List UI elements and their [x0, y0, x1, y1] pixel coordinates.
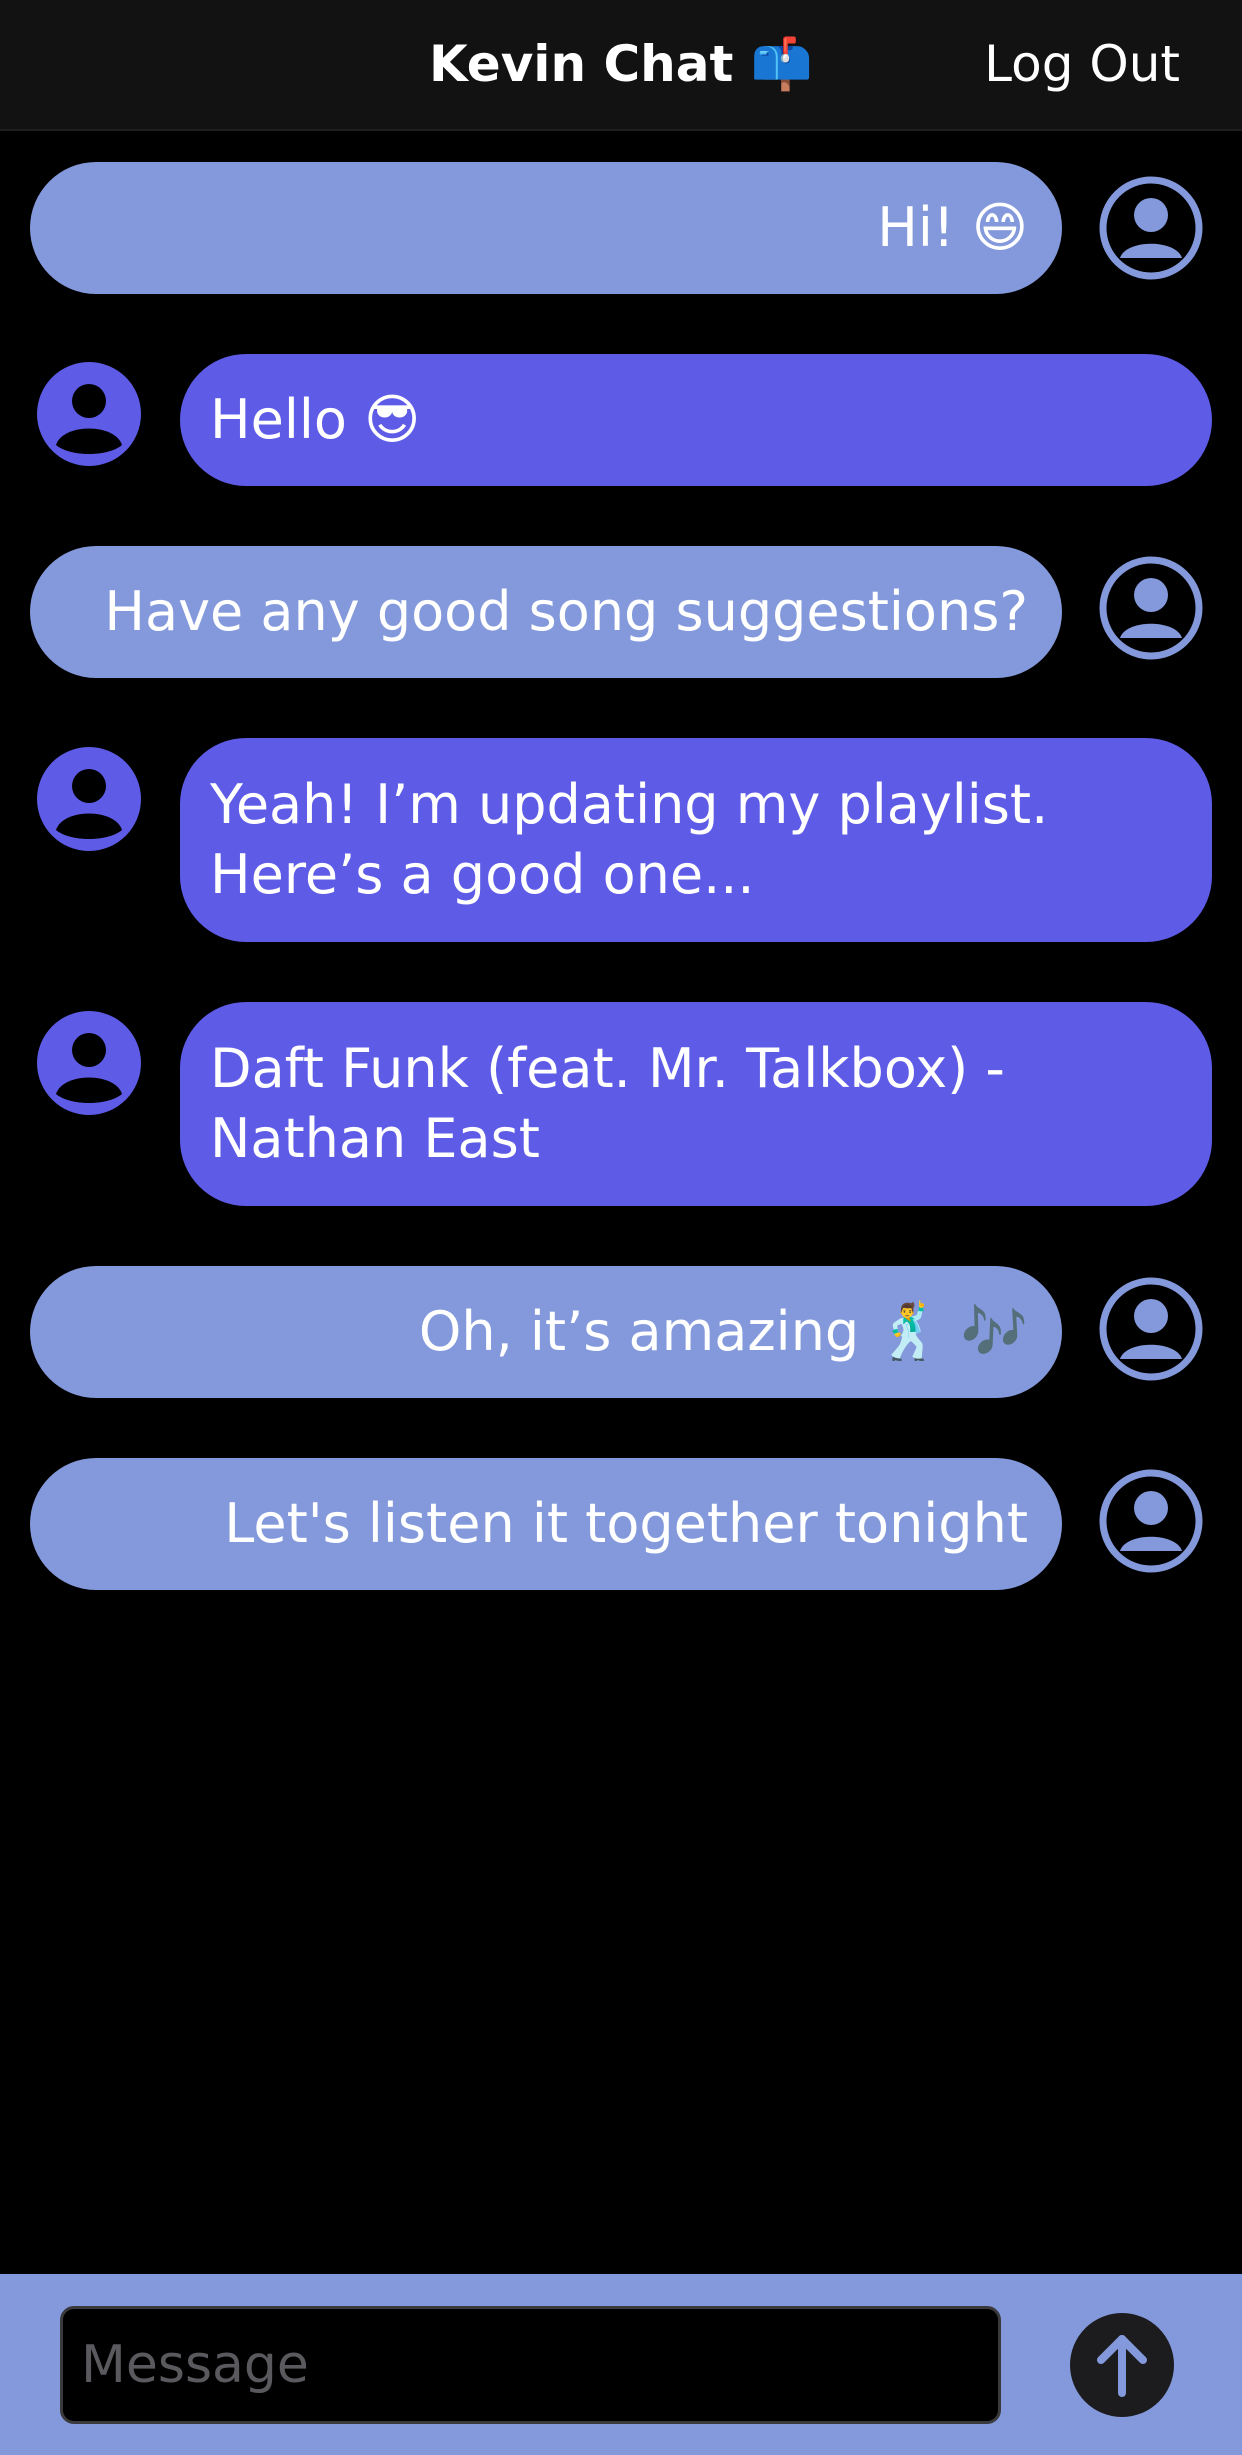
message-bubble-outgoing: Let's listen it together tonight	[30, 1458, 1062, 1590]
message-bubble-incoming: Hello 😎	[180, 354, 1212, 486]
send-button[interactable]	[1070, 2313, 1174, 2417]
message-row: Let's listen it together tonight	[0, 1458, 1242, 1590]
message-row: Daft Funk (feat. Mr. Talkbox) - Nathan E…	[0, 1002, 1242, 1206]
message-row: Have any good song suggestions?	[0, 546, 1242, 678]
message-row: Hello 😎	[0, 354, 1242, 486]
person-icon	[1098, 175, 1204, 281]
message-row: Yeah! I’m updating my playlist. Here’s a…	[0, 738, 1242, 942]
person-icon	[36, 746, 142, 852]
message-list[interactable]: Hi! 😄 Hello 😎 Have any good song suggest…	[0, 131, 1242, 2274]
message-bubble-outgoing: Have any good song suggestions?	[30, 546, 1062, 678]
message-bubble-incoming: Daft Funk (feat. Mr. Talkbox) - Nathan E…	[180, 1002, 1212, 1206]
app-header: Kevin Chat 📫 Log Out	[0, 0, 1242, 131]
message-input[interactable]	[60, 2306, 1001, 2424]
message-bubble-outgoing: Hi! 😄	[30, 162, 1062, 294]
log-out-button[interactable]: Log Out	[984, 34, 1180, 94]
person-icon	[1098, 555, 1204, 661]
message-row: Oh, it’s amazing 🕺 🎶	[0, 1266, 1242, 1398]
message-bubble-incoming: Yeah! I’m updating my playlist. Here’s a…	[180, 738, 1212, 942]
person-icon	[1098, 1276, 1204, 1382]
message-row: Hi! 😄	[0, 162, 1242, 294]
arrow-up-icon	[1097, 2335, 1147, 2397]
person-icon	[36, 361, 142, 467]
person-icon	[1098, 1468, 1204, 1574]
message-composer	[0, 2274, 1242, 2455]
message-bubble-outgoing: Oh, it’s amazing 🕺 🎶	[30, 1266, 1062, 1398]
person-icon	[36, 1010, 142, 1116]
